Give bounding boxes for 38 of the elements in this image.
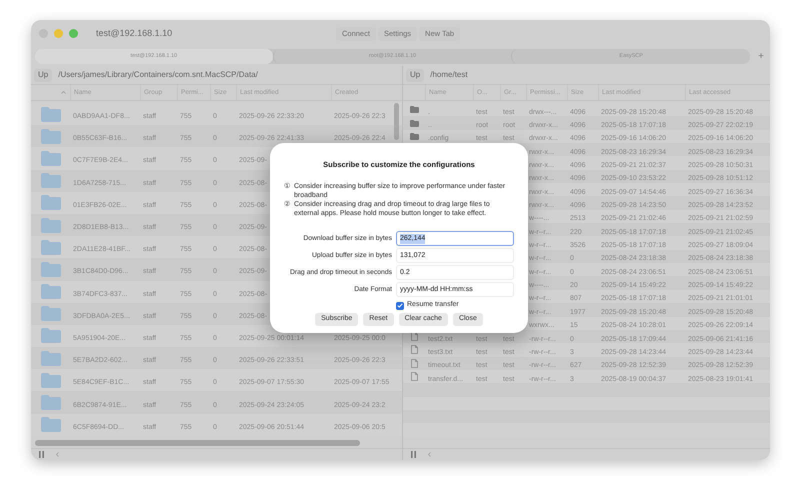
file-icon <box>410 345 418 354</box>
new-tab-button[interactable]: + <box>756 52 766 62</box>
window-title: test@192.168.1.10 <box>96 26 172 40</box>
sort-caret-icon <box>61 91 66 94</box>
vertical-scrollbar[interactable] <box>394 103 399 140</box>
folder-icon <box>40 195 60 210</box>
pause-icon <box>39 451 44 458</box>
file-icon <box>410 372 418 382</box>
path-label: /Users/james/Library/Containers/com.snt.MacSCP/Data/ <box>58 69 258 81</box>
folder-icon <box>40 150 60 166</box>
folder-icon <box>40 173 60 188</box>
folder-icon <box>40 306 60 322</box>
folder-icon <box>40 328 60 344</box>
checkbox[interactable] <box>396 302 404 310</box>
file-icon <box>410 332 418 342</box>
folder-icon <box>40 106 60 122</box>
horizontal-scrollbar[interactable] <box>35 440 360 446</box>
file-icon <box>410 358 418 368</box>
folder-icon <box>410 120 418 127</box>
folder-icon <box>410 132 418 140</box>
up-button[interactable]: Up <box>406 68 424 82</box>
folder-icon <box>40 128 60 144</box>
path-label: /home/test <box>430 69 468 81</box>
folder-icon <box>40 350 60 366</box>
folder-icon <box>40 262 60 277</box>
folder-icon <box>40 218 60 233</box>
folder-icon <box>410 106 418 114</box>
folder-icon <box>40 284 60 300</box>
pause-icon <box>411 451 416 458</box>
chevron-left-icon <box>56 452 59 457</box>
minimize-button[interactable] <box>54 29 63 38</box>
folder-icon <box>40 240 60 255</box>
folder-icon <box>40 372 60 388</box>
folder-icon <box>40 417 60 432</box>
chevron-left-icon <box>428 452 431 457</box>
zoom-button[interactable] <box>69 29 78 38</box>
up-button[interactable]: Up <box>34 68 52 82</box>
folder-icon <box>40 395 60 410</box>
